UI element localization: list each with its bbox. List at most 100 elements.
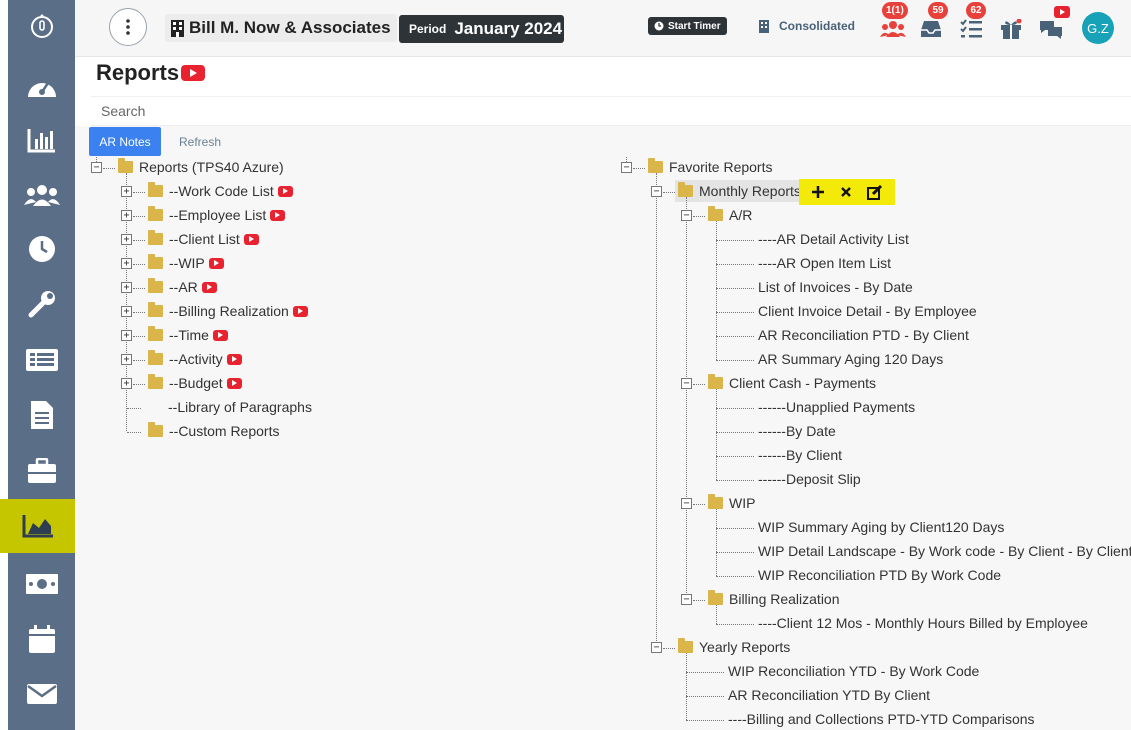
tree-node[interactable]: --Billing Realization [148,300,308,322]
close-icon[interactable] [840,186,852,198]
report-item[interactable]: ----AR Detail Activity List [758,228,909,250]
report-label: AR Summary Aging 120 Days [758,351,944,367]
area-chart-icon[interactable] [0,499,75,553]
collapse-toggle[interactable]: − [651,186,662,197]
tree-node[interactable]: --Budget [148,372,242,394]
report-item[interactable]: WIP Reconciliation PTD By Work Code [758,564,1001,586]
youtube-icon[interactable] [201,281,217,293]
folder-icon [708,494,723,509]
youtube-icon[interactable] [1054,6,1070,18]
start-timer-button[interactable]: Start Timer [648,17,727,35]
tree-node-yearly-reports[interactable]: Yearly Reports [678,636,790,658]
tree-node-folder[interactable]: A/R [708,204,752,226]
tasks-button[interactable]: 62 [956,2,986,44]
briefcase-icon[interactable] [8,444,75,498]
expand-toggle[interactable]: + [121,354,132,365]
dashboard-icon[interactable] [8,60,75,114]
tree-node-folder[interactable]: Client Cash - Payments [708,372,876,394]
report-item[interactable]: ------Deposit Slip [758,468,861,490]
tree-node[interactable]: --AR [148,276,217,298]
youtube-icon[interactable] [208,257,224,269]
envelope-icon[interactable] [8,667,75,721]
chat-button[interactable] [1036,6,1070,44]
tree-node-reports-root[interactable]: Reports (TPS40 Azure) [118,156,284,178]
gift-button[interactable] [996,14,1026,44]
tree-connector [693,216,705,217]
collapse-toggle[interactable]: − [91,162,102,173]
firm-name[interactable]: Bill M. Now & Associates [165,14,397,42]
youtube-icon[interactable] [212,329,228,341]
tree-node[interactable]: --Library of Paragraphs [168,396,312,418]
report-item[interactable]: ------By Client [758,444,842,466]
youtube-icon[interactable] [277,185,293,197]
edit-icon[interactable] [867,184,883,200]
report-item[interactable]: ----Billing and Collections PTD-YTD Comp… [728,708,1035,730]
money-icon[interactable] [8,557,75,611]
expand-toggle[interactable]: + [121,282,132,293]
tree-node-folder[interactable]: Billing Realization [708,588,840,610]
report-item[interactable]: ----Client 12 Mos - Monthly Hours Billed… [758,612,1088,634]
inbox-button[interactable]: 59 [916,2,948,44]
tree-connector [686,696,724,697]
stopwatch-icon [654,21,664,31]
report-item[interactable]: Client Invoice Detail - By Employee [758,300,977,322]
report-item[interactable]: AR Reconciliation PTD - By Client [758,324,969,346]
report-item[interactable]: AR Summary Aging 120 Days [758,348,943,370]
tree-node[interactable]: --Custom Reports [148,420,279,442]
collapse-toggle[interactable]: − [681,378,692,389]
collapse-toggle[interactable]: − [681,594,692,605]
youtube-icon[interactable] [270,209,286,221]
clock-icon[interactable] [8,222,75,276]
youtube-icon[interactable] [243,233,259,245]
report-item[interactable]: ------By Date [758,420,836,442]
tree-node[interactable]: --Time [148,324,228,346]
youtube-icon[interactable] [226,377,242,389]
report-item[interactable]: List of Invoices - By Date [758,276,913,298]
period-selector[interactable]: Period January 2024 [399,15,564,43]
expand-toggle[interactable]: + [121,306,132,317]
youtube-icon[interactable] [181,65,206,81]
tree-node[interactable]: --Client List [148,228,259,250]
expand-toggle[interactable]: + [121,258,132,269]
search-input[interactable] [91,97,1131,125]
tree-node-monthly-reports[interactable]: Monthly Reports [675,180,804,202]
list-icon[interactable] [8,333,75,387]
tree-node-label: --Activity [169,351,223,367]
more-options-button[interactable] [109,8,147,46]
tree-node[interactable]: --Work Code List [148,180,293,202]
users-icon[interactable] [8,168,75,222]
report-item[interactable]: WIP Reconciliation YTD - By Work Code [728,660,979,682]
expand-toggle[interactable]: + [121,330,132,341]
ar-notes-button[interactable]: AR Notes [89,127,161,156]
collapse-toggle[interactable]: − [681,498,692,509]
refresh-button[interactable]: Refresh [168,127,232,156]
report-item[interactable]: WIP Detail Landscape - By Work code - By… [758,540,1131,562]
calendar-icon[interactable] [8,612,75,666]
expand-toggle[interactable]: + [121,186,132,197]
tree-node[interactable]: --Activity [148,348,242,370]
expand-toggle[interactable]: + [121,210,132,221]
add-icon[interactable] [811,185,825,199]
logo-icon[interactable] [8,0,75,52]
tree-node-favorite-reports[interactable]: Favorite Reports [648,156,772,178]
tree-node[interactable]: --Employee List [148,204,286,226]
users-notification-button[interactable]: 1(1) [878,2,908,44]
report-item[interactable]: ------Unapplied Payments [758,396,915,418]
expand-toggle[interactable]: + [121,378,132,389]
document-icon[interactable] [8,388,75,442]
expand-toggle[interactable]: + [121,234,132,245]
report-item[interactable]: ----AR Open Item List [758,252,891,274]
kebab-icon [126,19,130,35]
wrench-icon[interactable] [8,277,75,331]
tree-node[interactable]: --WIP [148,252,224,274]
chart-bar-icon[interactable] [8,113,75,167]
collapse-toggle[interactable]: − [621,162,632,173]
collapse-toggle[interactable]: − [651,642,662,653]
consolidated-link[interactable]: Consolidated [759,19,855,33]
collapse-toggle[interactable]: − [681,210,692,221]
report-item[interactable]: AR Reconciliation YTD By Client [728,684,930,706]
report-item[interactable]: WIP Summary Aging by Client120 Days [758,516,1004,538]
youtube-icon[interactable] [292,305,308,317]
avatar[interactable]: G.Z [1082,12,1114,44]
youtube-icon[interactable] [226,353,242,365]
